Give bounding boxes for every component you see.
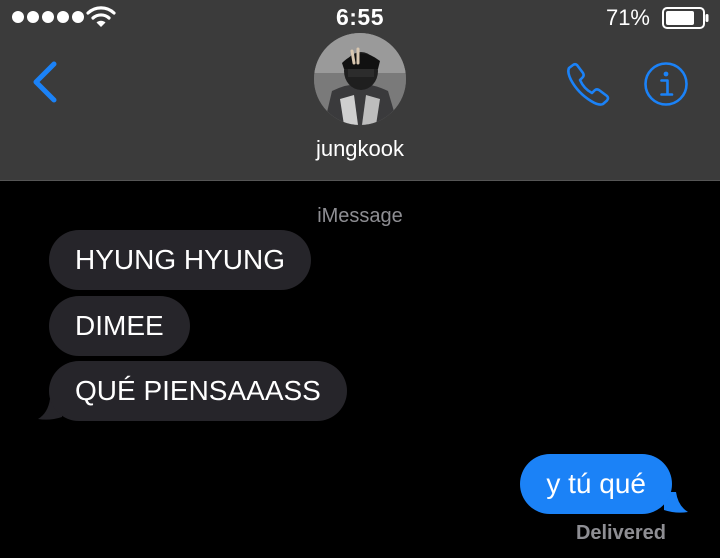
incoming-message-bubble[interactable]: QUÉ PIENSAAASS: [49, 361, 347, 421]
incoming-message-bubble[interactable]: HYUNG HYUNG: [49, 230, 312, 290]
delivery-status: Delivered: [575, 522, 666, 544]
avatar-photo: [314, 33, 406, 125]
status-bar: 6:55 71%: [0, 0, 720, 34]
back-chevron-icon[interactable]: [28, 58, 62, 106]
info-icon[interactable]: [643, 61, 689, 107]
contact-avatar[interactable]: [314, 33, 406, 125]
conversation-header: 6:55 71% jungkook: [0, 0, 720, 181]
messages-screen: 6:55 71% jungkook iMessage HYUNG HYUNG D…: [0, 0, 720, 558]
battery-icon: [662, 7, 709, 29]
service-label: iMessage: [317, 205, 403, 227]
contact-name[interactable]: jungkook: [0, 136, 720, 162]
battery-percentage: 71%: [605, 5, 650, 30]
outgoing-message-bubble[interactable]: y tú qué: [520, 454, 672, 514]
incoming-message-bubble[interactable]: DIMEE: [49, 296, 190, 356]
phone-icon[interactable]: [564, 60, 612, 108]
